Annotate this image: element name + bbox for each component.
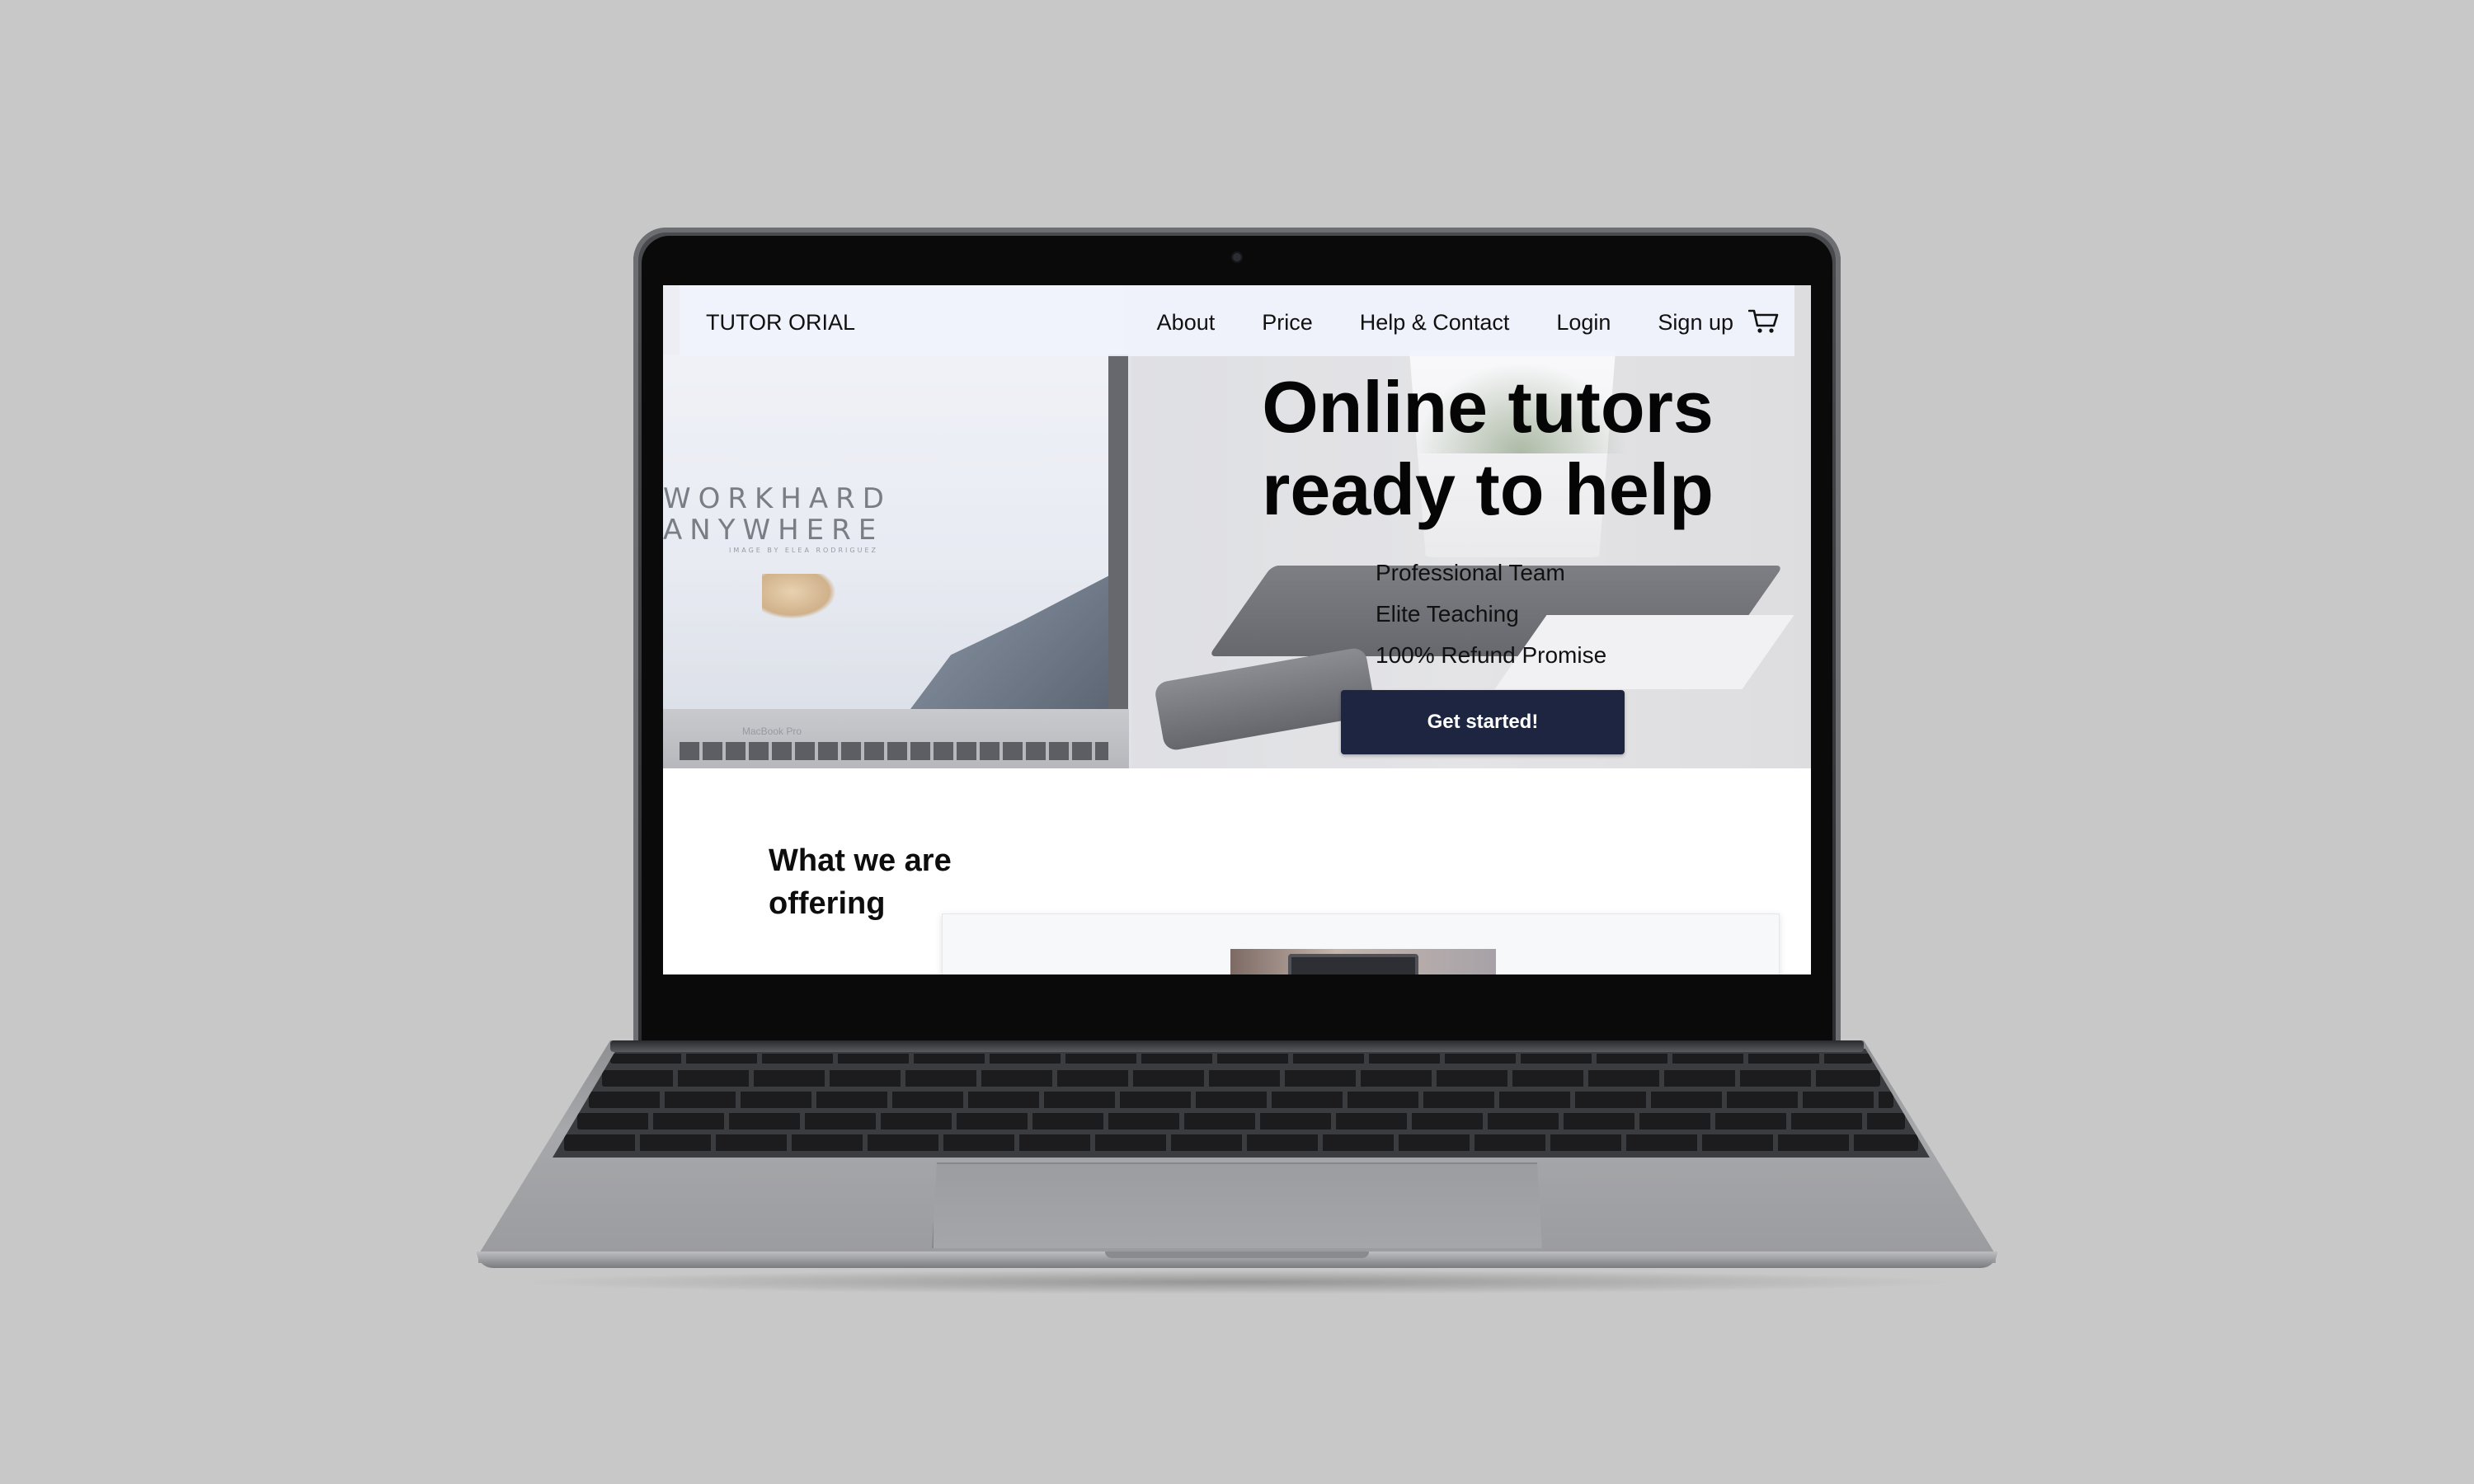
feature-item: Elite Teaching [1376,601,1519,627]
laptop-trackpad [932,1162,1542,1248]
hero-title-line1: Online tutors [1262,366,1714,448]
nav-link-sign-up[interactable]: Sign up [1658,310,1733,336]
keyboard-row [577,1113,1905,1129]
feature-list: Professional Team Elite Teaching 100% Re… [1376,552,1606,676]
get-started-button[interactable]: Get started! [1341,690,1625,754]
offering-heading-line2: offering [769,886,886,921]
webcam-icon [1233,253,1241,261]
feature-item: 100% Refund Promise [1376,642,1607,668]
keyboard-row [589,1092,1893,1108]
offering-card-image [1230,949,1496,974]
hero-title-line2: ready to help [1262,448,1714,530]
top-navigation: TUTOR ORIAL About Price Help & Contact L… [680,285,1794,356]
laptop-notch [1105,1252,1369,1258]
keyboard-row [564,1134,1918,1151]
laptop-hinge [610,1040,1864,1052]
offering-heading: What we are offering [769,839,1016,925]
nav-link-help-contact[interactable]: Help & Contact [1360,310,1510,336]
hero-section: WORKHARD ANYWHERE IMAGE BY ELEA RODRIGUE… [663,285,1811,768]
offering-heading-line1: What we are [769,843,952,878]
shopping-cart-icon[interactable] [1748,308,1780,335]
nav-link-about[interactable]: About [1157,310,1216,336]
nav-link-login[interactable]: Login [1556,310,1611,336]
hero-title: Online tutors ready to help [1224,366,1752,531]
keyboard-row [610,1054,1872,1064]
website-viewport: WORKHARD ANYWHERE IMAGE BY ELEA RODRIGUE… [663,285,1811,974]
offering-card[interactable] [942,913,1780,974]
brand-logo[interactable]: TUTOR ORIAL [706,310,855,336]
nav-links: About Price Help & Contact Login Sign up [1110,310,1733,336]
keyboard-row [602,1070,1880,1087]
feature-item: Professional Team [1376,560,1565,585]
nav-link-price[interactable]: Price [1262,310,1313,336]
laptop-shadow [511,1270,1963,1294]
laptop-keyboard [553,1049,1930,1158]
